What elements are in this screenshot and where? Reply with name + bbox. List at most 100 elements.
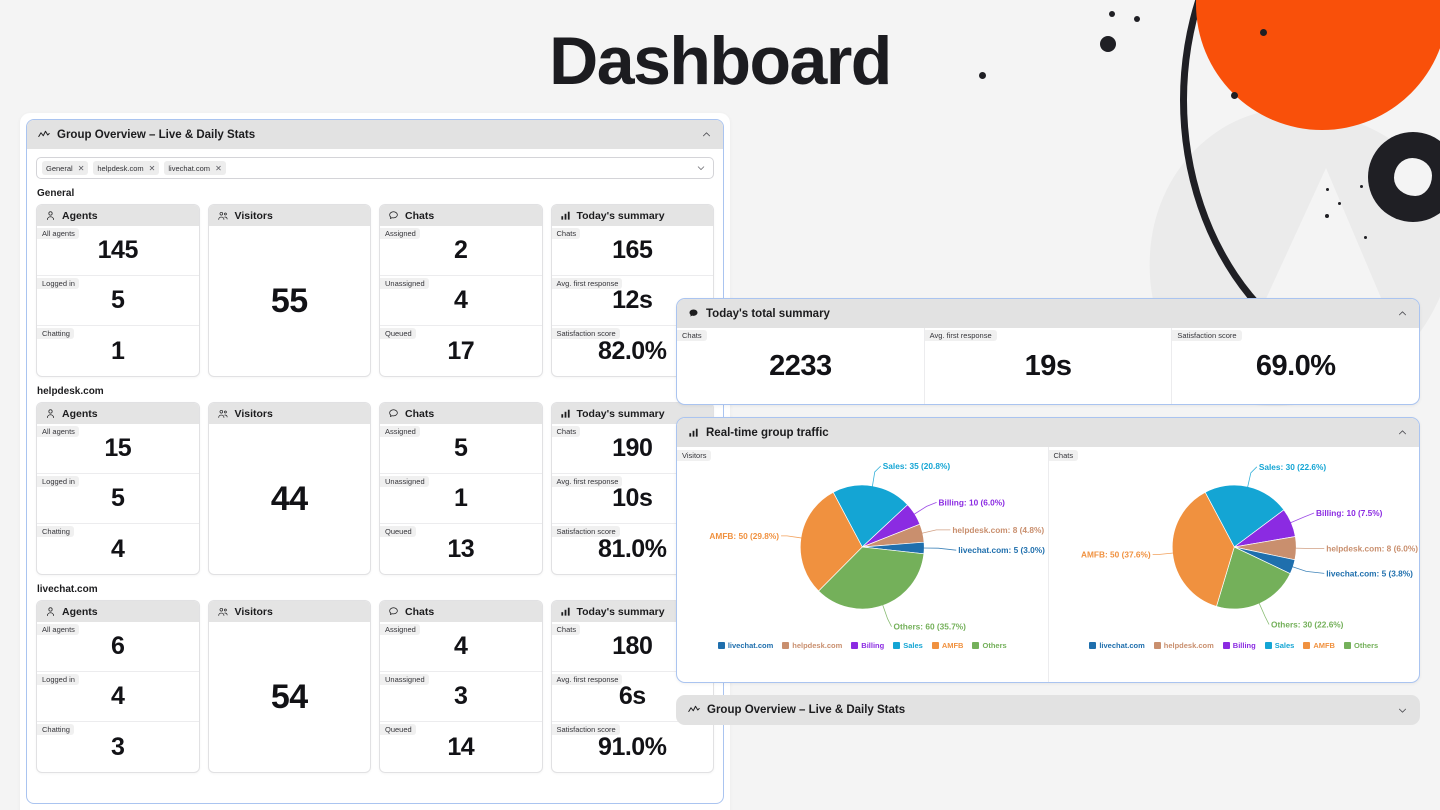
page-title: Dashboard xyxy=(549,23,892,99)
legend-item[interactable]: AMFB xyxy=(931,641,963,650)
metric-row: Queued 17 xyxy=(380,326,542,376)
metric-value: 4 xyxy=(111,534,125,563)
group-multiselect[interactable]: General ✕ helpdesk.com ✕ livechat.com ✕ xyxy=(36,157,714,179)
metric-value: 10s xyxy=(612,484,653,512)
legend-item[interactable]: Others xyxy=(972,641,1007,650)
todays-total-summary-header[interactable]: Today's total summary xyxy=(677,299,1419,328)
selected-group-chip[interactable]: livechat.com ✕ xyxy=(164,161,226,175)
metric-row: Chatting 4 xyxy=(37,524,199,574)
metric-value: 180 xyxy=(612,632,653,660)
metric-value: 17 xyxy=(447,336,475,365)
chats-pie-legend: livechat.com helpdesk.com Billing Sales AMFB… xyxy=(1049,641,1420,650)
stat-card-header: Agents xyxy=(37,205,199,226)
svg-text:Billing: 10 (7.5%): Billing: 10 (7.5%) xyxy=(1316,508,1383,518)
stat-card: Chats Assigned 2 Unassigned 4 Queued 17 xyxy=(379,204,543,377)
bar-chart-icon xyxy=(560,210,571,221)
bar-chart-icon xyxy=(560,606,571,617)
stat-card: Agents All agents 15 Logged in 5 Chatting 4 xyxy=(36,402,200,575)
todays-total-summary-row: Chats 2233 Avg. first response 19s Satis… xyxy=(677,328,1419,404)
stat-card-header: Chats xyxy=(380,403,542,424)
selected-group-chip[interactable]: helpdesk.com ✕ xyxy=(93,161,160,175)
traffic-charts-row: Visitors Sales: 35 (20.8%) Billing: 10 (6… xyxy=(677,447,1419,682)
legend-item[interactable]: livechat.com xyxy=(717,641,773,650)
deco-dot xyxy=(1325,214,1329,218)
metric-value: 6s xyxy=(618,682,646,710)
legend-item[interactable]: AMFB xyxy=(1303,641,1335,650)
metric-value: 3 xyxy=(111,732,125,761)
group-section-label: helpdesk.com xyxy=(37,386,104,397)
metric-row: Assigned 5 xyxy=(380,424,542,474)
metric-value: 6 xyxy=(111,632,125,660)
stat-card: Agents All agents 6 Logged in 4 Chatting 3 xyxy=(36,600,200,773)
metric-value: 1 xyxy=(111,336,125,365)
metric-value: 5 xyxy=(111,286,125,314)
close-icon[interactable]: ✕ xyxy=(215,164,222,173)
metric-row: 55 xyxy=(209,226,371,376)
legend-label: helpdesk.com xyxy=(1163,641,1214,650)
metric-value: 5 xyxy=(454,434,468,462)
deco-dot xyxy=(1109,11,1115,17)
collapsed-group-overview-panel[interactable]: Group Overview – Live & Daily Stats xyxy=(676,695,1420,725)
bar-chart-icon xyxy=(560,408,571,419)
chevron-up-icon[interactable] xyxy=(1397,308,1408,319)
metric-row: Unassigned 4 xyxy=(380,276,542,326)
chevron-down-icon[interactable] xyxy=(696,163,708,173)
metric-label: Unassigned xyxy=(380,476,429,488)
stat-card-title: Today's summary xyxy=(576,605,665,618)
stat-card-title: Visitors xyxy=(234,605,273,618)
metric-row: All agents 145 xyxy=(37,226,199,276)
legend-item[interactable]: helpdesk.com xyxy=(782,641,842,650)
collapsed-panel-title: Group Overview – Live & Daily Stats xyxy=(707,704,906,716)
legend-swatch xyxy=(1222,642,1230,649)
selected-group-chip[interactable]: General ✕ xyxy=(42,161,89,175)
legend-item[interactable]: Sales xyxy=(1264,641,1295,650)
metric-value: 15 xyxy=(104,434,132,462)
close-icon[interactable]: ✕ xyxy=(78,164,85,173)
stat-card: Chats Assigned 5 Unassigned 1 Queued 13 xyxy=(379,402,543,575)
metric-label: Unassigned xyxy=(380,674,429,686)
legend-item[interactable]: Sales xyxy=(893,641,923,650)
stat-card: Visitors 55 xyxy=(207,204,371,377)
chevron-up-icon[interactable] xyxy=(701,129,712,140)
metric-value: 165 xyxy=(612,236,653,264)
metric-row: Logged in 5 xyxy=(37,276,199,326)
stat-card-header: Agents xyxy=(37,403,199,424)
stat-card-body: Assigned 5 Unassigned 1 Queued 13 xyxy=(380,424,542,574)
chevron-up-icon[interactable] xyxy=(1397,427,1408,438)
realtime-group-traffic-header[interactable]: Real-time group traffic xyxy=(677,418,1419,447)
metric-label: All agents xyxy=(37,426,79,438)
legend-swatch xyxy=(782,642,790,649)
group-overview-panel-header[interactable]: Group Overview – Live & Daily Stats xyxy=(27,120,723,149)
metric-label: Assigned xyxy=(380,624,420,636)
metric-label: Assigned xyxy=(380,426,420,438)
metric-row: 44 xyxy=(209,424,371,574)
legend-swatch xyxy=(1153,642,1161,649)
metric-value: 145 xyxy=(97,236,139,264)
group-overview-panel-title: Group Overview – Live & Daily Stats xyxy=(57,128,256,141)
metric-label: Chats xyxy=(551,228,581,240)
chart-title-chats: Chats xyxy=(1048,450,1079,461)
group-overview-panel-body: General ✕ helpdesk.com ✕ livechat.com ✕ … xyxy=(27,149,723,782)
chat-bubble-icon xyxy=(388,210,399,221)
stat-card-title: Agents xyxy=(62,605,98,618)
close-icon[interactable]: ✕ xyxy=(149,164,156,173)
summary-cell-chats: Chats 2233 xyxy=(677,328,925,404)
legend-item[interactable]: Billing xyxy=(1222,641,1256,650)
metric-value: 55 xyxy=(270,281,308,320)
legend-item[interactable]: Billing xyxy=(851,641,884,650)
legend-swatch xyxy=(1264,642,1272,649)
legend-label: Billing xyxy=(1232,641,1256,650)
legend-item[interactable]: Others xyxy=(1343,641,1378,650)
chevron-down-icon[interactable] xyxy=(1397,705,1408,716)
legend-item[interactable]: livechat.com xyxy=(1089,641,1145,650)
summary-cell-label: Chats xyxy=(677,330,707,341)
legend-label: Sales xyxy=(1274,641,1295,650)
chip-label: helpdesk.com xyxy=(97,163,144,173)
metric-label: Chatting xyxy=(37,328,74,340)
stat-card-body: Assigned 2 Unassigned 4 Queued 17 xyxy=(380,226,542,376)
deco-dot xyxy=(1338,202,1341,205)
chat-filled-icon xyxy=(688,308,699,319)
deco-dot xyxy=(1326,188,1329,191)
legend-item[interactable]: helpdesk.com xyxy=(1153,641,1214,650)
group-cards-row: Agents All agents 145 Logged in 5 Chatting 1 Vi… xyxy=(36,204,714,377)
